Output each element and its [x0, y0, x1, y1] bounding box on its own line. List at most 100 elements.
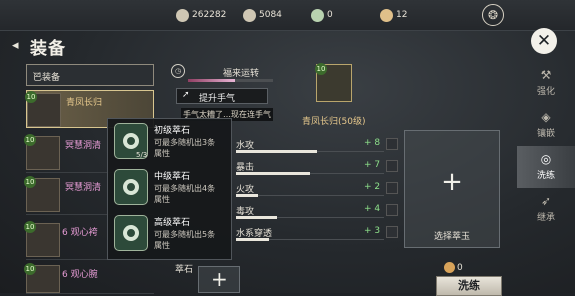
- tab-label: 继承: [536, 213, 555, 223]
- stone-desc: 可最多随机出3条: [154, 138, 216, 147]
- attribute-row: 暴击 + 7: [236, 158, 404, 178]
- attribute-fill: [236, 150, 318, 153]
- level-badge: 10: [315, 63, 327, 75]
- weapon-slot[interactable]: 10: [315, 63, 352, 102]
- attribute-row: 毒攻 + 4: [236, 202, 404, 222]
- feather-icon: ➶: [540, 194, 552, 208]
- item-badge: 6: [62, 228, 68, 238]
- tab-strengthen[interactable]: ⚒ 强化: [517, 62, 575, 104]
- stone-desc-suffix: 属性: [154, 149, 170, 158]
- hammer-icon: ⚒: [540, 68, 552, 82]
- attribute-lock-checkbox[interactable]: [386, 226, 398, 238]
- tab-wash[interactable]: ◎ 洗练: [517, 146, 575, 188]
- select-jade-slot[interactable]: + 选择萃玉: [404, 130, 500, 248]
- tab-label: 镶嵌: [536, 129, 555, 139]
- resource-film-value: 262282: [192, 10, 227, 20]
- swirl-emblem-icon[interactable]: ❂: [482, 4, 504, 26]
- jade-token-icon: [311, 8, 324, 22]
- stone-option-advanced[interactable]: 高级萃石 可最多随机出5条 属性: [112, 213, 230, 257]
- attribute-row: 火攻 + 2: [236, 180, 404, 200]
- stone-desc: 可最多随机出4条: [154, 184, 216, 193]
- stone-slot[interactable]: +: [198, 266, 240, 293]
- luck-skill-name: 福来运转: [223, 69, 260, 79]
- select-jade-label: 选择萃玉: [433, 232, 470, 242]
- attribute-row: 水系穿透 + 3: [236, 224, 404, 244]
- jade-stone-icon: [114, 215, 148, 251]
- back-arrow-icon[interactable]: ◂: [12, 38, 28, 53]
- side-tab-bar: ⚒ 强化 ◈ 镶嵌 ◎ 洗练 ➶ 继承: [517, 58, 575, 293]
- resource-silver: 5084: [243, 8, 282, 22]
- resource-jade-value: 0: [327, 10, 333, 20]
- stone-name: 高级萃石: [154, 218, 191, 228]
- chevron-down-icon: ⌵: [33, 68, 41, 79]
- wash-cost-value: 0: [457, 262, 463, 273]
- level-badge: 10: [24, 176, 36, 188]
- level-badge: 10: [24, 221, 36, 233]
- tab-inlay[interactable]: ◈ 镶嵌: [517, 104, 575, 146]
- stone-option-basic[interactable]: 5/3 初级萃石 可最多随机出3条 属性: [112, 121, 230, 165]
- wash-button[interactable]: 洗练: [436, 276, 502, 296]
- resource-jade: 0: [311, 8, 333, 22]
- item-badge: 6: [62, 270, 68, 280]
- attribute-fill: [236, 238, 269, 241]
- stone-desc: 可最多随机出5条: [154, 230, 216, 239]
- level-badge: 10: [25, 91, 37, 103]
- level-badge: 10: [24, 263, 36, 275]
- attribute-value: + 3: [364, 226, 381, 236]
- attribute-value: + 4: [364, 204, 381, 214]
- film-reel-icon: [176, 8, 189, 22]
- attribute-fill: [236, 172, 310, 175]
- luck-progress-fill: [188, 79, 235, 82]
- attribute-value: + 2: [364, 182, 381, 192]
- attribute-track: [236, 195, 384, 196]
- stone-desc-suffix: 属性: [154, 241, 170, 250]
- attribute-lock-checkbox[interactable]: [386, 160, 398, 172]
- plus-icon: +: [441, 167, 463, 197]
- resource-silver-value: 5084: [259, 10, 282, 20]
- close-button[interactable]: ✕: [531, 28, 557, 54]
- tab-label: 强化: [536, 87, 555, 97]
- arrow-up-icon: ➚: [182, 90, 190, 100]
- attribute-fill: [236, 216, 278, 219]
- luck-progress-bar: [188, 79, 273, 82]
- equipment-item-4[interactable]: 10 6 观心腕: [24, 263, 154, 294]
- boost-luck-button[interactable]: ➚ 提升手气: [176, 88, 268, 104]
- stone-desc-suffix: 属性: [154, 195, 170, 204]
- equipment-filter-dropdown[interactable]: 已装备 ⌵: [26, 64, 154, 86]
- stone-count: 5/3: [136, 151, 148, 159]
- attribute-lock-checkbox[interactable]: [386, 182, 398, 194]
- plus-icon: +: [211, 267, 228, 291]
- boost-luck-label: 提升手气: [199, 94, 236, 104]
- attribute-lock-checkbox[interactable]: [386, 138, 398, 150]
- equipment-name: 冥慧洞清: [65, 183, 102, 193]
- resource-gold-value: 12: [396, 10, 408, 20]
- tab-inherit[interactable]: ➶ 继承: [517, 188, 575, 230]
- clock-icon: ◷: [171, 64, 185, 78]
- close-icon: ✕: [536, 31, 552, 51]
- coin-icon: [444, 262, 455, 273]
- resource-gold: 12: [380, 8, 407, 22]
- gold-coin-icon: [380, 8, 393, 22]
- equipment-name: 观心腕: [70, 270, 98, 280]
- wash-cost: 0: [444, 262, 463, 273]
- gem-icon: ◈: [541, 110, 551, 124]
- resource-film: 262282: [176, 8, 226, 22]
- attribute-value: + 7: [364, 160, 381, 170]
- equipment-name: 青凤长归: [66, 98, 103, 108]
- attribute-value: + 8: [364, 138, 381, 148]
- level-badge: 10: [24, 134, 36, 146]
- attribute-lock-checkbox[interactable]: [386, 204, 398, 216]
- equipment-name: 冥慧洞清: [65, 141, 102, 151]
- equipment-name: 观心袴: [70, 228, 98, 238]
- attribute-row: 水攻 + 8: [236, 136, 404, 156]
- stone-option-middle[interactable]: 中级萃石 可最多随机出4条 属性: [112, 167, 230, 211]
- page-title: 装备: [30, 39, 66, 59]
- game-screen: 262282 5084 0 12 ❂ ◂ 装备 ✕ 已装备 ⌵ 10 青凤长归 …: [0, 0, 575, 296]
- resource-bar: 262282 5084 0 12 ❂: [0, 0, 575, 31]
- attribute-panel: 水攻 + 8 暴击 + 7 火攻 + 2 毒攻 + 4 水系穿透 + 3: [230, 130, 398, 246]
- silver-ingot-icon: [243, 8, 256, 22]
- stone-name: 初级萃石: [154, 126, 191, 136]
- stone-name: 中级萃石: [154, 172, 191, 182]
- tab-label: 洗练: [536, 171, 555, 181]
- stone-selection-popup: 5/3 初级萃石 可最多随机出3条 属性 中级萃石 可最多随机出4条 属性 高级…: [107, 118, 232, 260]
